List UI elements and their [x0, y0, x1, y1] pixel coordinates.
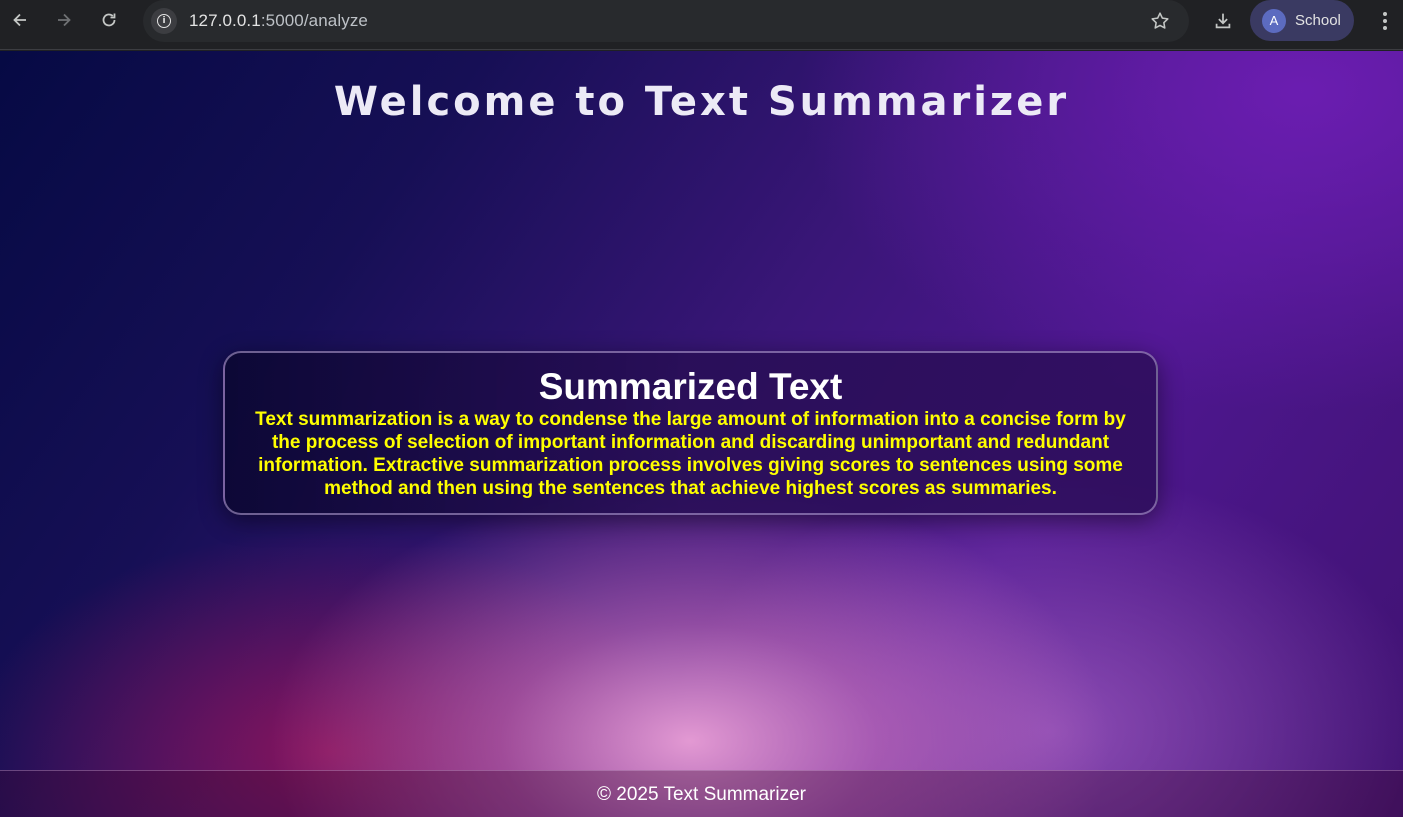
menu-dot-icon: [1383, 19, 1387, 23]
back-button[interactable]: [5, 5, 35, 35]
url-host: 127.0.0.1: [189, 11, 261, 30]
avatar: A: [1262, 8, 1286, 33]
profile-name: School: [1295, 12, 1341, 29]
site-info-button[interactable]: i: [151, 8, 177, 34]
arrow-left-icon: [13, 13, 26, 27]
arrow-right-icon: [58, 13, 71, 27]
url-path: :5000/analyze: [260, 11, 368, 30]
info-icon: i: [157, 14, 171, 28]
downloads-button[interactable]: [1208, 6, 1238, 36]
address-bar[interactable]: i 127.0.0.1:5000/analyze: [143, 0, 1189, 42]
summary-card: Summarized Text Text summarization is a …: [223, 351, 1158, 515]
page-viewport: Welcome to Text Summarizer Summarized Te…: [0, 51, 1403, 817]
reload-icon: [102, 13, 116, 27]
reload-button[interactable]: [94, 5, 124, 35]
summary-text: Text summarization is a way to condense …: [255, 409, 1126, 499]
profile-button[interactable]: A School: [1250, 0, 1354, 41]
bookmark-star-icon[interactable]: [1149, 10, 1171, 32]
url-text[interactable]: 127.0.0.1:5000/analyze: [189, 11, 368, 31]
summary-heading: Summarized Text: [538, 366, 843, 407]
browser-menu-button[interactable]: [1370, 6, 1400, 36]
page-title: Welcome to Text Summarizer: [333, 79, 1070, 125]
page-footer: © 2025 Text Summarizer: [0, 770, 1403, 817]
forward-button[interactable]: [49, 5, 79, 35]
menu-dot-icon: [1383, 26, 1387, 30]
download-icon: [1215, 13, 1231, 29]
menu-dot-icon: [1383, 12, 1387, 16]
browser-toolbar: i 127.0.0.1:5000/analyze A School: [0, 0, 1403, 50]
